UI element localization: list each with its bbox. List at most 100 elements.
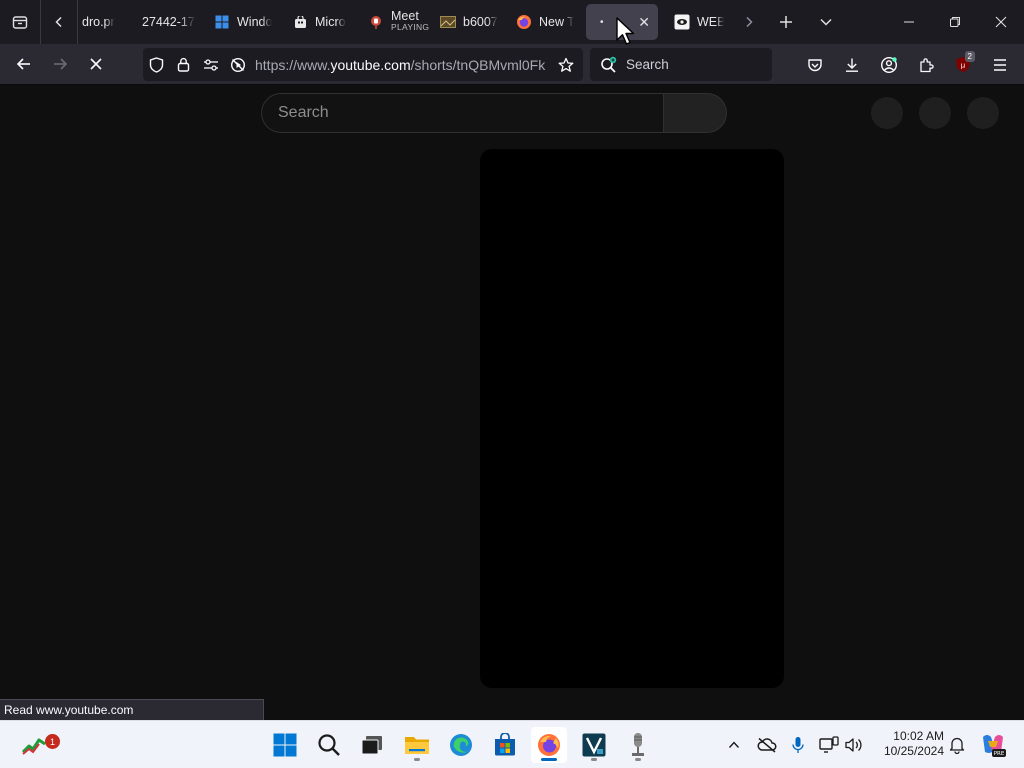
autoplay-blocked-icon[interactable] [224,48,251,81]
clock-date: 10/25/2024 [883,744,944,758]
taskbar-microphone-app[interactable] [620,727,656,763]
tab-title: Meet [391,9,419,23]
tab-title: WEB r [697,15,724,29]
restore-icon[interactable] [932,0,978,44]
close-window-icon[interactable] [978,0,1024,44]
clock-time: 10:02 AM [893,729,944,743]
svg-text:µ: µ [961,62,966,70]
microphone-icon [792,737,804,753]
minimize-icon[interactable] [886,0,932,44]
tab-6[interactable]: New T [506,4,582,40]
microsoft-store-icon [495,733,515,756]
browser-search-box[interactable]: Search [590,48,772,81]
youtube-search-placeholder: Search [278,104,329,121]
extension-badge-count: 2 [964,51,975,62]
pocket-icon[interactable] [797,48,833,81]
file-explorer-icon [405,737,429,754]
bookmark-star-icon[interactable] [549,48,583,81]
close-tab-icon[interactable]: ✕ [638,14,650,31]
windows-icon [214,14,230,30]
speaker-icon [845,738,862,752]
search-button[interactable] [311,727,347,763]
running-indicator [591,758,597,761]
tab-0[interactable]: dro.pr [78,4,128,40]
tab-4[interactable]: Meet PLAYING [358,4,430,40]
tab-5[interactable]: b6007 [430,4,506,40]
tab-meet-label: Meet PLAYING [391,9,429,33]
tab-title: • [600,16,604,28]
search-engine-icon[interactable] [600,56,618,74]
taskbar-edge[interactable] [443,727,479,763]
volume-tray-button[interactable] [843,721,865,768]
forward-icon[interactable] [42,48,78,80]
stocks-widget-icon [21,738,46,755]
running-indicator [414,758,420,761]
network-tray-button[interactable] [818,721,840,768]
notifications-button[interactable] [946,721,968,768]
copilot-preview-badge: PRE [994,751,1005,757]
youtube-create-button-placeholder[interactable] [871,97,903,129]
firefox-view-icon[interactable] [0,0,40,44]
youtube-avatar-placeholder[interactable] [967,97,999,129]
taskbar-file-explorer[interactable] [399,727,435,763]
list-all-tabs-icon[interactable] [806,0,846,44]
scroll-tabs-right-icon[interactable] [732,0,766,44]
firefox-icon [516,14,532,30]
account-icon[interactable] [871,48,907,81]
microphone-tray-button[interactable] [788,721,808,768]
search-icon [318,734,340,756]
task-view-button[interactable] [354,727,390,763]
windows-taskbar: 1 10:02 AM 10/25/2024 PRE [0,720,1024,768]
microphone-app-icon [632,733,644,756]
web-content: Search Read www.youtube.com [0,17,1024,720]
permissions-icon[interactable] [197,48,224,81]
url-prefix: https://www. [255,56,331,73]
tab-title: 27442-172 [142,15,196,29]
url-text[interactable]: https://www.youtube.com/shorts/tnQBMvml0… [255,57,549,73]
youtube-search-input[interactable]: Search [261,93,663,133]
meet-icon [368,14,384,30]
youtube-search-button[interactable] [663,93,727,133]
start-button[interactable] [267,727,303,763]
tab-title: b6007 [463,15,498,29]
tab-title: Windo [237,15,273,29]
firefox-icon [538,734,560,756]
new-tab-icon[interactable] [766,0,806,44]
app-menu-icon[interactable] [982,48,1018,81]
taskbar-v-app[interactable] [576,727,612,763]
taskbar-clock[interactable]: 10:02 AM 10/25/2024 [872,729,944,759]
tab-3[interactable]: Micro [282,4,358,40]
navigation-toolbar: https://www.youtube.com/shorts/tnQBMvml0… [0,44,1024,85]
task-view-icon [361,736,382,755]
downloads-icon[interactable] [834,48,870,81]
tab-2[interactable]: Windo [204,4,282,40]
stop-loading-icon[interactable] [78,48,114,80]
web-icon [674,14,690,30]
taskbar-firefox[interactable] [531,727,567,763]
ublock-origin-icon[interactable]: µ 2 [945,48,981,81]
copilot-icon: PRE [983,735,1006,757]
tracking-protection-shield-icon[interactable] [143,48,170,81]
tab-title: New T [539,15,574,29]
widgets-button[interactable]: 1 [14,727,60,763]
mouse-cursor-icon [616,17,635,45]
copilot-button[interactable]: PRE [976,721,1010,768]
tab-1[interactable]: 27442-172 [128,4,204,40]
bell-icon [949,737,965,754]
taskbar-microsoft-store[interactable] [487,727,523,763]
image-icon [440,14,456,30]
onedrive-tray-button[interactable] [754,721,780,768]
window-controls [886,0,1024,44]
url-bar[interactable]: https://www.youtube.com/shorts/tnQBMvml0… [143,48,583,81]
youtube-notifications-button-placeholder[interactable] [919,97,951,129]
lock-icon[interactable] [170,48,197,81]
back-icon[interactable] [6,48,42,80]
tab-8[interactable]: WEB r [662,4,732,40]
shorts-video-player[interactable] [480,149,784,688]
edge-icon [450,734,472,756]
cloud-offline-icon [757,737,777,753]
toolbar-right: µ 2 [797,48,1018,81]
show-hidden-icons-button[interactable] [722,721,746,768]
scroll-tabs-left-icon[interactable] [41,0,77,44]
extensions-icon[interactable] [908,48,944,81]
